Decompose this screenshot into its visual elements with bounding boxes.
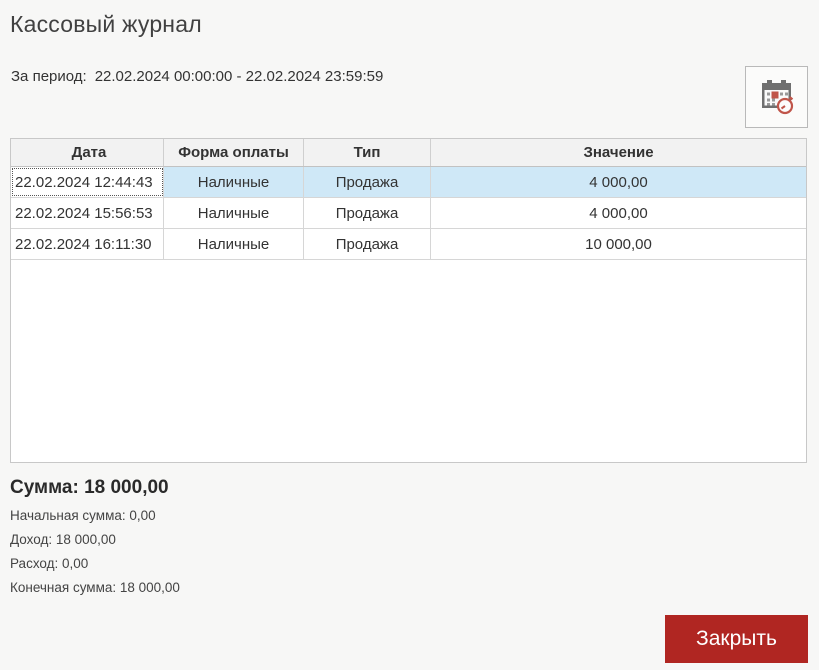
cell-value[interactable]: 4 000,00 — [431, 198, 806, 228]
cell-type[interactable]: Продажа — [304, 167, 431, 197]
cell-type[interactable]: Продажа — [304, 198, 431, 228]
journal-table: Дата Форма оплаты Тип Значение 22.02.202… — [10, 138, 807, 463]
cell-date[interactable]: 22.02.2024 16:11:30 — [11, 229, 164, 259]
summary-total-value: 18 000,00 — [84, 477, 169, 498]
cell-payment-form[interactable]: Наличные — [164, 229, 304, 259]
period-text: За период: 22.02.2024 00:00:00 - 22.02.20… — [11, 68, 383, 85]
period-label: За период: — [11, 68, 87, 85]
cell-value[interactable]: 10 000,00 — [431, 229, 806, 259]
calendar-clock-icon — [758, 79, 796, 115]
summary-total: Сумма: 18 000,00 — [10, 477, 169, 499]
select-period-button[interactable] — [745, 66, 808, 128]
summary-line-income: Доход: 18 000,00 — [10, 532, 116, 547]
table-row[interactable]: 22.02.2024 15:56:53 Наличные Продажа 4 0… — [11, 198, 806, 229]
table-row[interactable]: 22.02.2024 12:44:43 Наличные Продажа 4 0… — [11, 167, 806, 198]
cell-type[interactable]: Продажа — [304, 229, 431, 259]
summary-line-initial: Начальная сумма: 0,00 — [10, 508, 156, 523]
cell-payment-form[interactable]: Наличные — [164, 198, 304, 228]
cell-value[interactable]: 4 000,00 — [431, 167, 806, 197]
cell-date[interactable]: 22.02.2024 15:56:53 — [11, 198, 164, 228]
page-title: Кассовый журнал — [10, 11, 202, 37]
table-header: Дата Форма оплаты Тип Значение — [11, 139, 806, 167]
close-button[interactable]: Закрыть — [665, 615, 808, 663]
column-header-type[interactable]: Тип — [304, 139, 431, 166]
cell-date[interactable]: 22.02.2024 12:44:43 — [11, 167, 164, 197]
column-header-date[interactable]: Дата — [11, 139, 164, 166]
summary-line-expense: Расход: 0,00 — [10, 556, 89, 571]
column-header-value[interactable]: Значение — [431, 139, 806, 166]
summary-total-label: Сумма: — [10, 477, 79, 498]
column-header-payment-form[interactable]: Форма оплаты — [164, 139, 304, 166]
table-row[interactable]: 22.02.2024 16:11:30 Наличные Продажа 10 … — [11, 229, 806, 260]
cell-payment-form[interactable]: Наличные — [164, 167, 304, 197]
summary-line-final: Конечная сумма: 18 000,00 — [10, 580, 180, 595]
period-range: 22.02.2024 00:00:00 - 22.02.2024 23:59:5… — [94, 68, 384, 85]
